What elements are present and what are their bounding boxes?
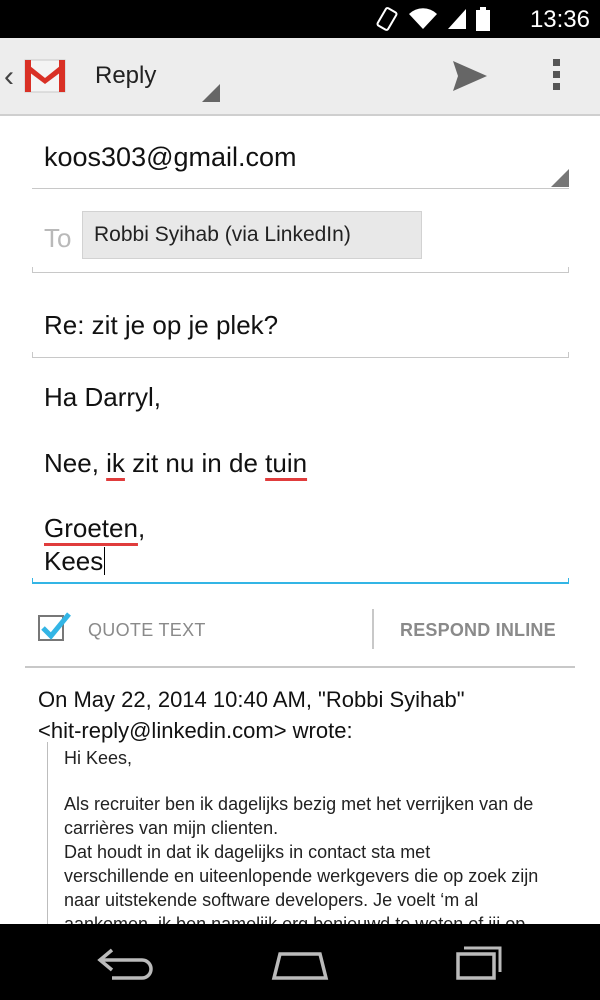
quoted-header-line-1: On May 22, 2014 10:40 AM, "Robbi Syihab" <box>38 687 465 712</box>
rotation-icon <box>376 7 398 31</box>
overflow-menu-icon[interactable] <box>548 56 564 96</box>
to-field-underline <box>32 267 569 273</box>
to-field[interactable]: To Robbi Syihab (via LinkedIn) <box>32 205 569 273</box>
dropdown-caret-icon <box>551 169 569 187</box>
quoted-line: verschillende en uiteenlopende werkgever… <box>64 866 539 886</box>
home-icon[interactable] <box>270 944 330 984</box>
body-line-3: Groeten, <box>44 513 146 543</box>
body-field-underline <box>32 578 569 584</box>
recipient-chip[interactable]: Robbi Syihab (via LinkedIn) <box>82 211 422 259</box>
recents-icon[interactable] <box>448 944 504 984</box>
button-divider <box>372 609 374 649</box>
up-chevron-icon[interactable]: ‹ <box>4 60 14 94</box>
to-label: To <box>44 223 72 253</box>
signal-icon <box>448 9 466 29</box>
status-icons <box>374 7 490 31</box>
quote-text-label[interactable]: QUOTE TEXT <box>88 620 206 641</box>
navigation-bar <box>0 924 600 1000</box>
message-body-field[interactable]: Ha Darryl, Nee, ik zit nu in de tuin Gro… <box>32 376 569 584</box>
quoted-line: naar uitstekende software developers. Je… <box>64 890 479 910</box>
action-bar-title[interactable]: Reply <box>95 62 156 90</box>
subject-field[interactable]: Re: zit je op je plek? <box>32 296 569 358</box>
checkmark-icon <box>41 612 71 640</box>
quoted-line: Dat houdt in dat ik dagelijks in contact… <box>64 842 431 862</box>
gmail-logo-icon[interactable] <box>22 50 68 100</box>
quote-text-checkbox[interactable] <box>38 612 71 641</box>
quoted-header: On May 22, 2014 10:40 AM, "Robbi Syihab"… <box>38 684 578 746</box>
respond-inline-button[interactable]: RESPOND INLINE <box>400 620 556 641</box>
from-account: koos303@gmail.com <box>44 142 297 172</box>
back-icon[interactable] <box>96 944 156 984</box>
quoted-message: Hi Kees, Als recruiter ben ik dagelijks … <box>47 742 588 934</box>
misspelled-word[interactable]: tuin <box>265 448 307 478</box>
battery-icon <box>476 7 490 31</box>
from-account-spinner[interactable]: koos303@gmail.com <box>32 130 569 189</box>
misspelled-word[interactable]: ik <box>106 448 125 478</box>
quoted-line: carrières van mijn clienten. <box>64 818 279 838</box>
text-cursor <box>104 547 106 575</box>
status-bar: 13:36 <box>0 0 600 38</box>
misspelled-word[interactable]: Groeten <box>44 513 138 543</box>
quoted-line: Hi Kees, <box>64 748 133 768</box>
wifi-icon <box>409 8 437 30</box>
send-icon[interactable] <box>450 58 490 94</box>
spinner-caret-icon <box>202 84 220 102</box>
action-bar: ‹ Reply <box>0 38 600 116</box>
body-line-4: Kees <box>44 546 106 576</box>
body-line-2: Nee, ik zit nu in de tuin <box>44 448 308 478</box>
section-divider <box>25 666 575 668</box>
quoted-line: Als recruiter ben ik dagelijks bezig met… <box>64 794 534 814</box>
subject-field-underline <box>32 352 569 358</box>
subject-text: Re: zit je op je plek? <box>44 310 279 340</box>
body-greeting: Ha Darryl, <box>44 382 162 412</box>
status-time: 13:36 <box>529 6 590 33</box>
